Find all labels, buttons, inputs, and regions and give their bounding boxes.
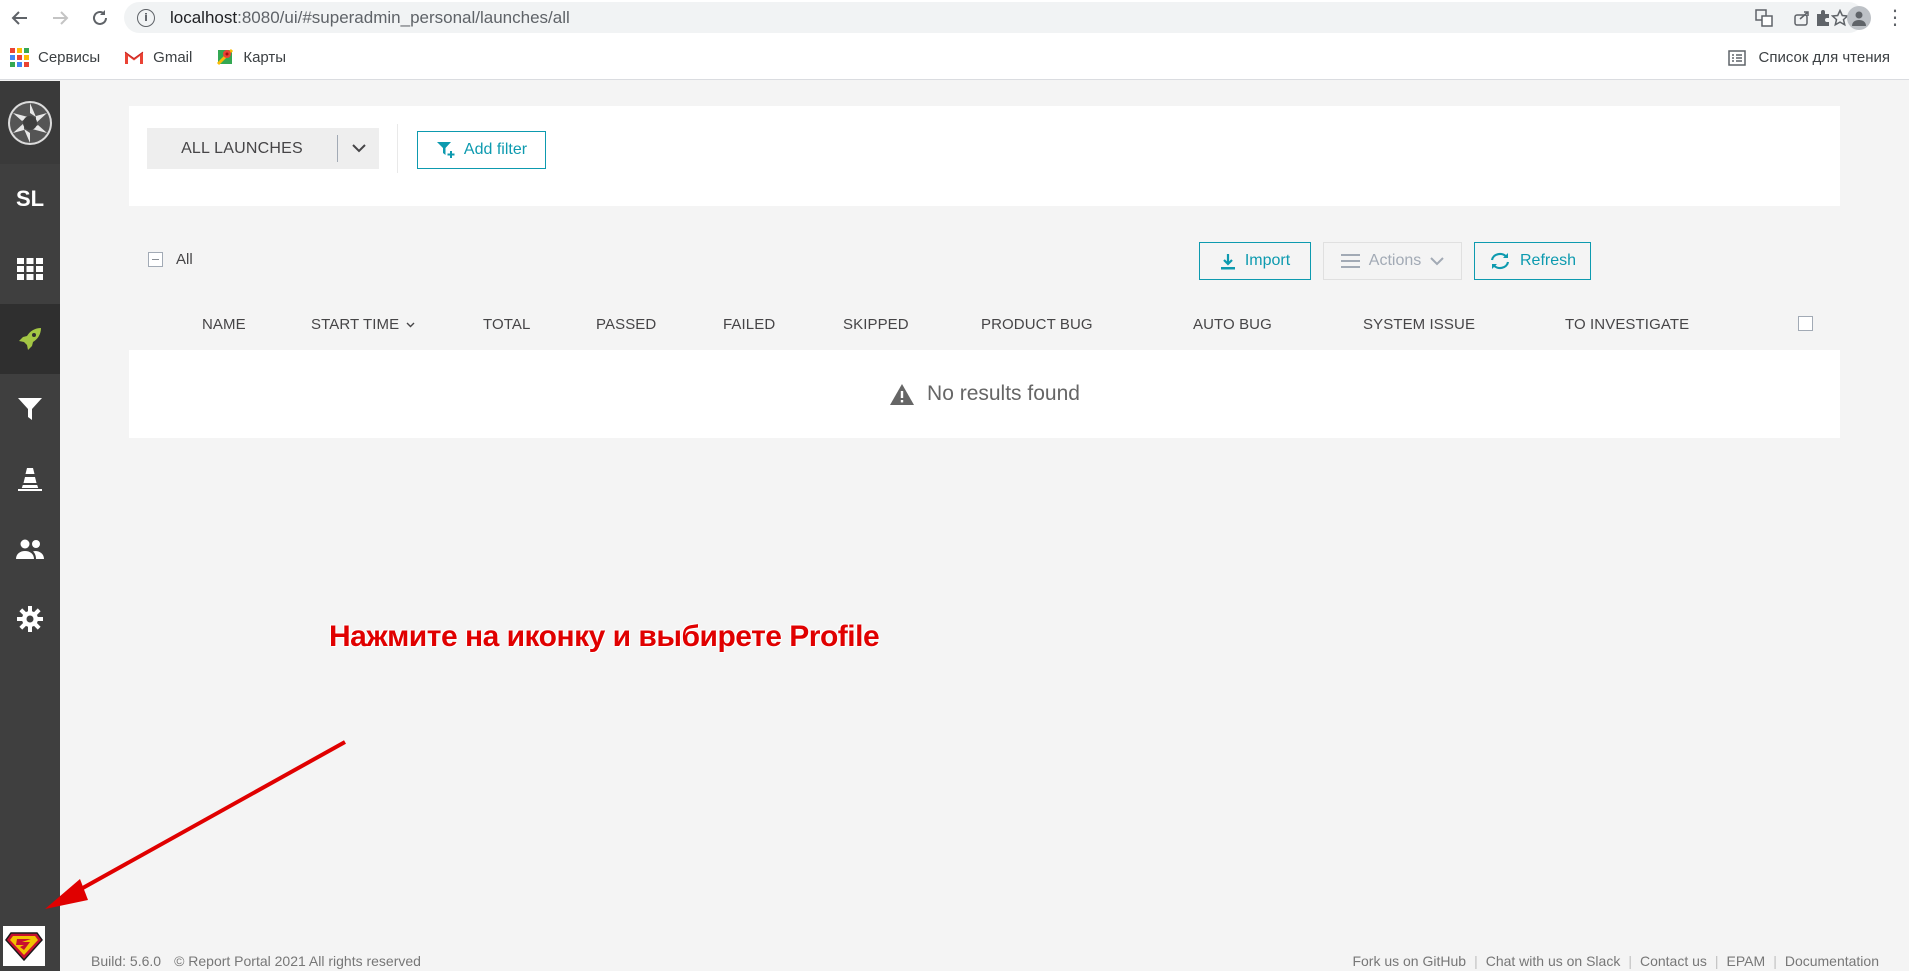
main-content: ALL LAUNCHES Add filter All Import Actio… [60, 81, 1909, 971]
apps-grid-icon [10, 47, 29, 67]
dashboard-grid-icon [17, 258, 43, 280]
launches-view-select[interactable]: ALL LAUNCHES [147, 128, 379, 169]
import-button[interactable]: Import [1199, 242, 1311, 280]
report-portal-logo[interactable] [0, 81, 60, 164]
reading-list-label: Список для чтения [1758, 49, 1890, 66]
select-all[interactable]: All [148, 251, 193, 268]
select-all-checkbox[interactable] [148, 252, 163, 267]
actions-label: Actions [1368, 252, 1422, 269]
actions-dropdown[interactable]: Actions [1323, 242, 1462, 280]
refresh-icon [1490, 252, 1510, 270]
reload-icon[interactable] [80, 0, 120, 35]
launches-toolbar: All Import Actions Refresh [129, 230, 1840, 288]
filter-divider [397, 124, 398, 173]
footer-link-github[interactable]: Fork us on GitHub [1352, 953, 1466, 969]
settings-gear-icon [17, 606, 43, 632]
reading-list-button[interactable]: Список для чтения [1728, 35, 1890, 80]
refresh-button[interactable]: Refresh [1474, 242, 1591, 280]
column-visibility-checkbox[interactable] [1798, 316, 1813, 331]
chevron-down-icon[interactable] [338, 144, 379, 153]
project-selector[interactable]: SL [0, 164, 60, 234]
gmail-icon [124, 51, 144, 64]
sidebar-item-debug[interactable] [0, 444, 60, 514]
footer: Build: 5.6.0 © Report Portal 2021 All ri… [60, 952, 1909, 971]
sidebar-item-launches[interactable] [0, 304, 60, 374]
project-initials: SL [15, 186, 45, 211]
sidebar-item-filters[interactable] [0, 374, 60, 444]
maps-icon [217, 48, 234, 66]
launches-view-label: ALL LAUNCHES [181, 139, 303, 157]
no-results-text: No results found [927, 382, 1080, 405]
footer-link-epam[interactable]: EPAM [1727, 953, 1766, 969]
footer-separator: | [1628, 953, 1632, 969]
sidebar-item-dashboards[interactable] [0, 234, 60, 304]
column-start-time[interactable]: START TIME [311, 316, 415, 333]
column-auto-bug[interactable]: AUTO BUG [1193, 316, 1272, 333]
column-name[interactable]: NAME [202, 316, 246, 333]
import-label: Import [1244, 252, 1291, 269]
launches-table-header: NAME START TIME TOTAL PASSED FAILED SKIP… [129, 302, 1840, 347]
footer-separator: | [1773, 953, 1777, 969]
superman-avatar-icon [5, 932, 43, 961]
footer-link-slack[interactable]: Chat with us on Slack [1486, 953, 1621, 969]
column-to-investigate[interactable]: TO INVESTIGATE [1565, 316, 1689, 333]
debug-cone-icon [18, 468, 42, 491]
sort-desc-icon [406, 322, 415, 328]
bookmark-gmail[interactable]: Gmail [124, 49, 192, 66]
aperture-logo-icon [8, 100, 52, 145]
select-all-label: All [176, 251, 193, 268]
column-system-issue[interactable]: SYSTEM ISSUE [1363, 316, 1475, 333]
add-filter-button[interactable]: Add filter [417, 131, 546, 169]
footer-link-contact[interactable]: Contact us [1640, 953, 1707, 969]
add-filter-label: Add filter [463, 141, 528, 158]
rocket-icon [19, 328, 41, 350]
bookmarks-bar: Сервисы Gmail Карты Список для чтения [0, 35, 1909, 80]
copyright: © Report Portal 2021 All rights reserved [174, 953, 421, 969]
bookmark-label: Gmail [153, 48, 193, 66]
address-bar[interactable]: i localhost:8080/ui/#superadmin_personal… [124, 2, 1864, 33]
download-icon [1220, 253, 1235, 269]
bookmark-services[interactable]: Сервисы [10, 47, 101, 67]
reading-list-icon [1728, 49, 1747, 66]
bookmark-label: Сервисы [38, 48, 101, 66]
chevron-down-icon [1430, 256, 1444, 265]
share-icon[interactable] [1792, 8, 1812, 28]
extensions-puzzle-icon[interactable] [1813, 8, 1833, 28]
menu-lines-icon [1340, 254, 1360, 268]
column-total[interactable]: TOTAL [483, 316, 530, 333]
warning-icon [890, 383, 915, 405]
filter-icon [18, 398, 42, 420]
column-product-bug[interactable]: PRODUCT BUG [981, 316, 1093, 333]
sidebar-item-settings[interactable] [0, 584, 60, 654]
empty-results: No results found [129, 350, 1840, 438]
bookmark-maps[interactable]: Карты [216, 48, 286, 66]
add-filter-icon [436, 142, 455, 158]
bookmark-label: Карты [243, 48, 287, 66]
translate-icon[interactable] [1754, 8, 1774, 28]
annotation-text: Нажмите на иконку и выбирете Profile [329, 620, 880, 653]
footer-separator: | [1714, 953, 1719, 969]
refresh-label: Refresh [1519, 252, 1577, 269]
url-text[interactable]: localhost:8080/ui/#superadmin_personal/l… [170, 8, 570, 28]
build-version: Build: 5.6.0 [91, 953, 162, 969]
browser-menu-icon[interactable]: ⋮ [1885, 5, 1905, 30]
site-info-icon[interactable]: i [137, 8, 155, 27]
browser-toolbar: i localhost:8080/ui/#superadmin_personal… [0, 0, 1909, 35]
column-passed[interactable]: PASSED [596, 316, 656, 333]
browser-profile-icon[interactable] [1847, 5, 1871, 30]
column-failed[interactable]: FAILED [723, 316, 775, 333]
column-start-time-label: START TIME [311, 316, 400, 333]
back-icon[interactable] [0, 0, 40, 35]
members-icon [16, 539, 44, 559]
column-skipped[interactable]: SKIPPED [843, 316, 909, 333]
forward-icon[interactable] [40, 0, 80, 35]
filter-panel: ALL LAUNCHES Add filter [129, 106, 1840, 206]
footer-link-documentation[interactable]: Documentation [1785, 953, 1879, 969]
user-avatar[interactable] [3, 926, 45, 966]
app-sidebar: SL [0, 81, 60, 971]
sidebar-item-members[interactable] [0, 514, 60, 584]
footer-separator: | [1474, 953, 1478, 969]
